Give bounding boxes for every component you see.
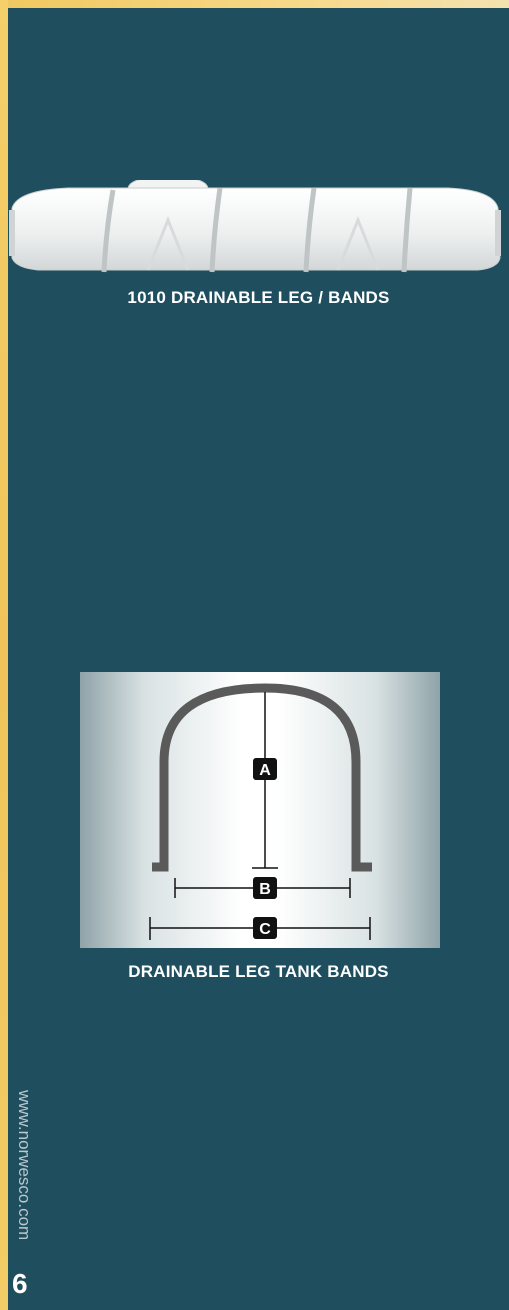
page-number: 6 [12, 1268, 28, 1299]
diagram-caption: DRAINABLE LEG TANK BANDS [128, 962, 389, 981]
website-url: www.norwesco.com [15, 1090, 34, 1241]
band-diagram: A B C [80, 672, 440, 948]
label-b: B [259, 881, 271, 898]
top-accent-strip [0, 0, 509, 8]
tank-photo [8, 177, 509, 280]
tank-caption: 1010 DRAINABLE LEG / BANDS [127, 288, 390, 307]
left-accent-strip [0, 0, 8, 1310]
label-c: C [259, 921, 271, 938]
label-a: A [259, 762, 271, 779]
